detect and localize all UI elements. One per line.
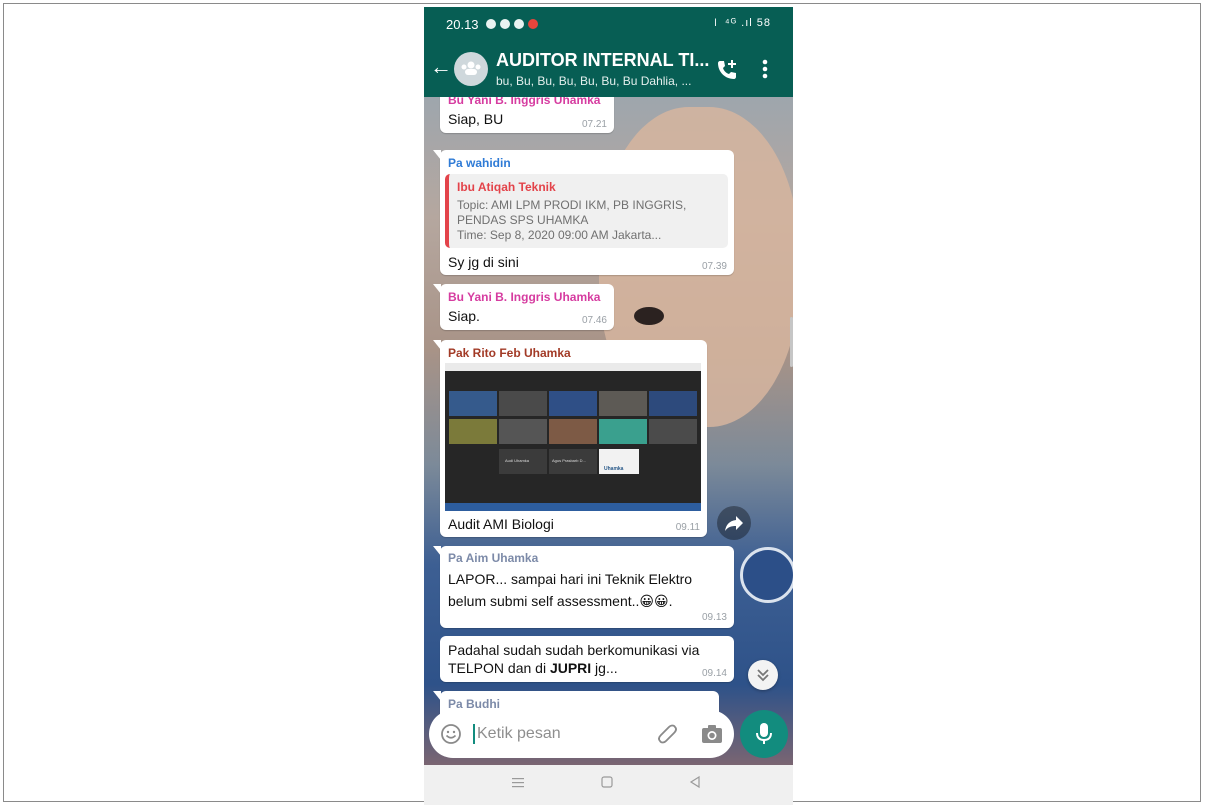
image-detail [445, 503, 701, 511]
message-bubble[interactable]: Padahal sudah sudah berkomunikasi via TE… [440, 636, 734, 682]
message-time: 07.46 [581, 315, 607, 326]
video-tile [499, 419, 547, 444]
tile-label: Audi Uhamka [505, 458, 530, 463]
chat-wallpaper[interactable]: Bu Yani B. Inggris Uhamka Siap, BU 07.21… [424, 97, 793, 765]
chrome-icon [486, 19, 496, 29]
message-text: belum submi self assessment..😀😀. [448, 593, 673, 610]
message-sender: Bu Yani B. Inggris Uhamka [448, 290, 601, 304]
image-caption: Audit AMI Biologi [448, 516, 554, 532]
video-tile [599, 391, 647, 416]
group-icon [461, 61, 481, 75]
scroll-down-button[interactable] [748, 660, 778, 690]
message-sender: Pa Budhi [448, 697, 501, 711]
message-text: Siap. [448, 308, 480, 324]
camera-icon[interactable] [700, 723, 724, 745]
message-text-part: jg... [591, 660, 618, 676]
image-message[interactable]: Pak Rito Feb Uhamka Audi Uhamka Agus Pra… [433, 340, 707, 537]
menu-icon[interactable] [511, 775, 525, 789]
message-icon [514, 19, 524, 29]
message-text-part: belum submi self assessment.. [448, 593, 640, 609]
forward-icon [725, 516, 743, 531]
back-arrow-icon[interactable]: ← [430, 56, 452, 78]
video-tile [499, 391, 547, 416]
tile-logo: Uhamka [604, 466, 624, 472]
chat-header: ← AUDITOR INTERNAL TI... bu, Bu, Bu, Bu,… [424, 43, 793, 97]
quoted-text: Time: Sep 8, 2020 09:00 AM Jakarta... [457, 228, 662, 242]
mic-icon [756, 723, 772, 744]
message-bubble[interactable]: Pa Aim Uhamka LAPOR... sampai hari ini T… [433, 546, 734, 628]
add-call-icon[interactable] [715, 58, 739, 82]
video-tile: Audi Uhamka [499, 449, 547, 474]
message-text: Siap, BU [448, 111, 504, 127]
mic-button[interactable] [740, 710, 788, 758]
notification-icon [528, 19, 538, 29]
back-nav-icon[interactable] [688, 775, 702, 789]
message-text: LAPOR... sampai hari ini Teknik Elektro [448, 571, 693, 587]
message-text: Padahal sudah sudah berkomunikasi via [448, 642, 700, 658]
message-sender: Pa Aim Uhamka [448, 551, 539, 565]
bold-text: JUPRI [549, 660, 592, 676]
group-avatar[interactable] [454, 52, 488, 86]
navigation-bar [424, 765, 793, 805]
group-title[interactable]: AUDITOR INTERNAL TI... [496, 50, 711, 71]
message-text: TELPON dan di JUPRI jg... [448, 660, 618, 676]
video-tile [649, 419, 697, 444]
chevron-double-down-icon [757, 669, 769, 682]
phone-screen: 20.13 ⏽ ⁴ᴳ .ıl 58 ← AUDITOR INTERNAL TI.… [424, 7, 793, 805]
message-sender: Bu Yani B. Inggris Uhamka [448, 97, 601, 107]
forward-button[interactable] [717, 506, 751, 540]
message-input[interactable] [477, 722, 637, 746]
message-time: 09.13 [701, 612, 727, 623]
message-bubble[interactable]: Bu Yani B. Inggris Uhamka Siap. 07.46 [433, 284, 614, 330]
message-time: 07.39 [701, 261, 727, 272]
message-time: 07.21 [581, 119, 607, 130]
message-text: Sy jg di sini [448, 254, 519, 270]
home-icon[interactable] [600, 775, 614, 789]
video-tile [449, 391, 497, 416]
message-sender: Pa wahidin [448, 156, 511, 170]
emoji: 😀😀. [639, 593, 673, 609]
video-tile [449, 419, 497, 444]
quoted-text: PENDAS SPS UHAMKA [457, 213, 589, 227]
image-detail [445, 363, 701, 371]
zoom-meeting-image[interactable]: Audi Uhamka Agus Prasbarb D... Uhamka [445, 363, 701, 511]
scrollbar[interactable] [790, 317, 793, 367]
message-input-bar [429, 710, 734, 758]
quoted-sender: Ibu Atiqah Teknik [457, 180, 556, 194]
whatsapp-icon [500, 19, 510, 29]
group-members[interactable]: bu, Bu, Bu, Bu, Bu, Bu, Bu Dahlia, ... [496, 74, 711, 88]
message-text-part: TELPON dan di [448, 660, 550, 676]
quoted-message[interactable]: Ibu Atiqah Teknik Topic: AMI LPM PRODI I… [445, 174, 728, 248]
wallpaper-detail [634, 307, 664, 325]
video-tile [549, 419, 597, 444]
video-tile [549, 391, 597, 416]
message-bubble[interactable]: Bu Yani B. Inggris Uhamka Siap, BU 07.21 [440, 97, 614, 133]
more-vert-icon[interactable] [761, 57, 769, 81]
video-tile: Agus Prasbarb D... [549, 449, 597, 474]
quoted-text: Topic: AMI LPM PRODI IKM, PB INGGRIS, [457, 198, 687, 212]
message-time: 09.11 [675, 522, 700, 533]
emoji-icon[interactable] [440, 723, 462, 745]
attach-icon[interactable] [655, 722, 679, 746]
status-signal-battery: ⏽ ⁴ᴳ .ıl 58 [711, 17, 771, 29]
status-time: 20.13 [446, 17, 479, 32]
message-sender: Pak Rito Feb Uhamka [448, 346, 571, 360]
message-time: 09.14 [701, 668, 727, 679]
video-tile: Uhamka [599, 449, 639, 474]
wallpaper-detail [740, 547, 793, 603]
status-bar: 20.13 ⏽ ⁴ᴳ .ıl 58 [424, 7, 793, 43]
message-bubble[interactable]: Pa wahidin Ibu Atiqah Teknik Topic: AMI … [433, 150, 734, 275]
tile-label: Agus Prasbarb D... [552, 458, 586, 463]
text-cursor [473, 724, 475, 744]
notification-icons [486, 19, 538, 29]
video-tile [599, 419, 647, 444]
video-tile [649, 391, 697, 416]
